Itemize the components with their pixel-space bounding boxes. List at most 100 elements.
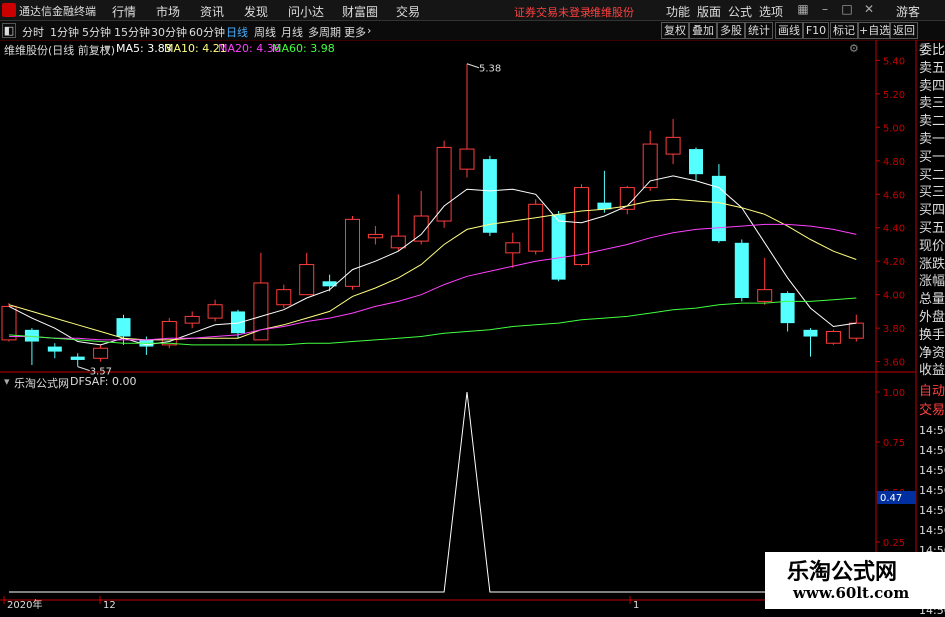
price-annotation: 5.38 <box>479 64 501 75</box>
chart-area[interactable]: 5.40 5.20 5.00 4.80 4.60 4.40 4.20 4.00 3.80 3.60… <box>0 40 945 609</box>
close-icon[interactable]: ✕ <box>862 2 876 16</box>
tick-time: 14:56 <box>919 484 945 497</box>
restore-icon[interactable]: □ <box>840 2 854 16</box>
chevron-right-icon[interactable]: › <box>367 24 371 37</box>
chart-grid <box>0 40 917 609</box>
price-tick-label: 4.40 <box>883 224 905 235</box>
settings-icon[interactable]: ⚙ <box>849 42 859 55</box>
watermark-title: 乐淘公式网 <box>787 560 898 585</box>
dropdown-icon[interactable]: ▾ <box>105 42 111 55</box>
app-name: 通达信金融终端 <box>19 5 96 18</box>
fuquan-button[interactable]: 复权 <box>661 22 689 39</box>
ma60-value: MA60: 3.98 <box>272 42 335 55</box>
time-tick-label: 1 <box>633 600 639 609</box>
candle-body-down <box>70 356 85 360</box>
candle-body-up <box>757 289 773 302</box>
chart-axes: 5.40 5.20 5.00 4.80 4.60 4.40 4.20 4.00 3.80 3.60… <box>3 56 916 609</box>
minimize-icon[interactable]: – <box>818 2 832 16</box>
quote-field-label: 涨跌 <box>919 256 945 272</box>
auto-trade-label[interactable]: 自动 <box>919 383 945 400</box>
tab-more[interactable]: 更多 <box>344 24 366 40</box>
candle-body-up <box>528 203 544 252</box>
candle-body-up <box>184 315 200 324</box>
price-tick-label: 5.00 <box>883 123 905 134</box>
candle-body-up <box>848 322 864 339</box>
collapse-icon[interactable]: ◧ <box>2 23 16 38</box>
add-favorite-button[interactable]: +自选 <box>858 22 890 39</box>
menu-caifuquan[interactable]: 财富圈 <box>342 3 378 20</box>
multi-stock-button[interactable]: 多股 <box>717 22 745 39</box>
quote-field-label: 买一 <box>919 149 945 165</box>
candle-body-down <box>803 329 818 337</box>
indicator-tick-label: 1.00 <box>883 388 905 399</box>
indicator-title: 乐淘公式网 <box>14 377 69 390</box>
candle-body-down <box>482 159 497 233</box>
quote-field-label: 总量 <box>919 292 945 308</box>
time-tick-label: 12 <box>103 600 116 609</box>
menu-faxian[interactable]: 发现 <box>244 3 268 20</box>
indicator-tick-label: 0.75 <box>883 438 905 449</box>
tab-monthly[interactable]: 月线 <box>281 24 303 40</box>
price-annotation-leader <box>466 63 480 69</box>
price-tick-label: 4.60 <box>883 190 905 201</box>
tab-60min[interactable]: 60分钟 <box>189 24 225 40</box>
draw-line-button[interactable]: 画线 <box>775 22 803 39</box>
tab-5min[interactable]: 5分钟 <box>82 24 111 40</box>
menu-xuanxiang[interactable]: 选项 <box>759 3 783 20</box>
menu-jiaoyi[interactable]: 交易 <box>396 3 420 20</box>
main-chart-title: 维维股份(日线 前复权) <box>4 44 116 57</box>
menu-hangqing[interactable]: 行情 <box>112 3 136 20</box>
candle-body-up <box>299 264 315 296</box>
quote-field-label: 收益 <box>919 363 945 379</box>
quote-field-label: 外盘 <box>919 310 945 325</box>
tab-multi-period[interactable]: 多周期 <box>308 24 341 40</box>
quote-field-label: 买四 <box>919 203 945 219</box>
quote-field-label: 现价 <box>919 238 945 254</box>
menu-banmian[interactable]: 版面 <box>697 3 721 20</box>
auto-trade-label[interactable]: 交易 <box>919 402 945 419</box>
menu-gongshi[interactable]: 公式 <box>728 3 752 20</box>
overlay-button[interactable]: 叠加 <box>689 22 717 39</box>
candle-body-up <box>505 242 521 254</box>
tab-30min[interactable]: 30分钟 <box>151 24 187 40</box>
tick-time: 14:56 <box>919 444 945 457</box>
tab-fenshi[interactable]: 分时 <box>22 24 44 40</box>
menu-zixun[interactable]: 资讯 <box>200 3 224 20</box>
tab-1min[interactable]: 1分钟 <box>50 24 79 40</box>
app-logo-icon <box>2 3 16 17</box>
candle-body-up <box>207 304 223 319</box>
price-tick-label: 5.20 <box>883 90 905 101</box>
tick-time: 14:56 <box>919 524 945 537</box>
ma-line-ma60 <box>8 297 857 346</box>
candle-body-down <box>116 318 131 337</box>
tick-time: 14:56 <box>919 464 945 477</box>
grid-icon[interactable]: ▦ <box>796 2 810 16</box>
quote-field-label: 买三 <box>919 185 945 201</box>
indicator-dropdown-icon[interactable]: ▾ <box>4 375 10 388</box>
quote-field-label: 净资 <box>919 345 945 361</box>
tab-weekly[interactable]: 周线 <box>254 24 276 40</box>
candle-body-up <box>436 146 452 222</box>
f10-button[interactable]: F10 <box>803 22 829 39</box>
login-notice[interactable]: 证券交易未登录 <box>514 4 591 20</box>
user-label[interactable]: 游客 <box>896 3 920 20</box>
candle-body-down <box>47 346 62 352</box>
tab-daily[interactable]: 日线 <box>226 24 248 40</box>
ma-line-ma20 <box>9 223 857 341</box>
menu-gongneng[interactable]: 功能 <box>666 3 690 20</box>
menu-shichang[interactable]: 市场 <box>156 3 180 20</box>
candle-body-up <box>276 289 292 306</box>
moving-average-lines <box>8 175 857 346</box>
menu-wenxiaoda[interactable]: 问小达 <box>288 3 324 20</box>
stats-button[interactable]: 统计 <box>745 22 773 39</box>
candle-body-up <box>345 218 360 287</box>
mark-button[interactable]: 标记 <box>830 22 858 39</box>
price-tick-label: 3.60 <box>883 358 905 369</box>
back-button[interactable]: 返回 <box>890 22 918 39</box>
current-value-label: 0.47 <box>880 493 902 504</box>
tick-time: 14:56 <box>919 504 945 517</box>
quote-field-label: 卖五 <box>919 60 945 76</box>
indicator-tick-label: 0.25 <box>883 538 905 549</box>
price-tick-label: 3.80 <box>883 324 905 335</box>
tab-15min[interactable]: 15分钟 <box>114 24 150 40</box>
